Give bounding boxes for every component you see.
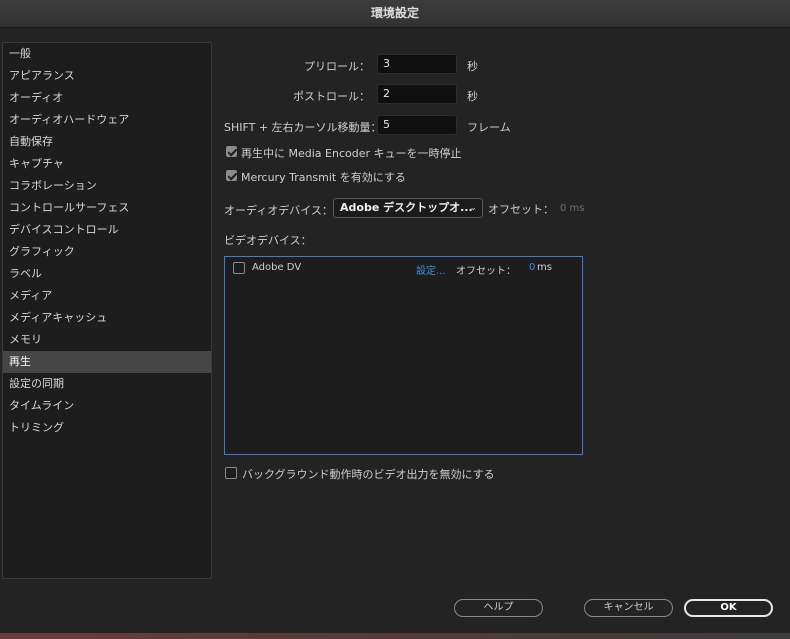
preroll-label: プリロール： [304, 60, 370, 73]
adobe-dv-offset-label: オフセット： [456, 266, 516, 277]
sidebar-item-appearance[interactable]: アピアランス [3, 65, 211, 87]
help-button[interactable]: ヘルプ [454, 599, 543, 617]
sidebar-item-sync-settings[interactable]: 設定の同期 [3, 373, 211, 395]
mercury-transmit-checkbox[interactable] [226, 170, 237, 181]
disable-background-video-checkbox[interactable] [225, 467, 237, 479]
audio-device-select[interactable]: Adobe デスクトップオ... ⌄ [333, 198, 483, 218]
postroll-label: ポストロール： [293, 90, 370, 103]
ok-button[interactable]: OK [684, 599, 773, 617]
sidebar-item-trimming[interactable]: トリミング [3, 417, 211, 439]
sidebar-item-timeline[interactable]: タイムライン [3, 395, 211, 417]
sidebar-item-capture[interactable]: キャプチャ [3, 153, 211, 175]
disable-background-video-label: バックグラウンド動作時のビデオ出力を無効にする [242, 468, 495, 481]
audio-device-value: Adobe デスクトップオ... [340, 201, 473, 214]
audio-offset-value: 0 ms [560, 203, 585, 214]
shift-move-input[interactable]: 5 [377, 115, 457, 135]
shift-move-label: SHIFT + 左右カーソル移動量： [224, 121, 382, 134]
preferences-sidebar: 一般 アピアランス オーディオ オーディオハードウェア 自動保存 キャプチャ コ… [2, 42, 212, 579]
postroll-input[interactable]: 2 [377, 84, 457, 104]
sidebar-item-playback[interactable]: 再生 [3, 351, 211, 373]
adobe-dv-checkbox[interactable] [233, 262, 245, 274]
background-window-strip [0, 633, 790, 639]
chevron-down-icon: ⌄ [469, 203, 477, 213]
sidebar-item-auto-save[interactable]: 自動保存 [3, 131, 211, 153]
adobe-dv-label: Adobe DV [252, 262, 302, 273]
sidebar-item-audio[interactable]: オーディオ [3, 87, 211, 109]
adobe-dv-offset-unit: ms [537, 262, 552, 273]
sidebar-item-collaboration[interactable]: コラボレーション [3, 175, 211, 197]
preroll-input[interactable]: 3 [377, 54, 457, 74]
sidebar-item-general[interactable]: 一般 [3, 43, 211, 65]
postroll-unit: 秒 [467, 90, 478, 103]
sidebar-item-labels[interactable]: ラベル [3, 263, 211, 285]
sidebar-item-graphics[interactable]: グラフィック [3, 241, 211, 263]
sidebar-item-device-control[interactable]: デバイスコントロール [3, 219, 211, 241]
sidebar-item-control-surface[interactable]: コントロールサーフェス [3, 197, 211, 219]
sidebar-item-memory[interactable]: メモリ [3, 329, 211, 351]
video-device-list: Adobe DV 設定... オフセット： 0 ms [224, 256, 583, 455]
pause-media-encoder-label: 再生中に Media Encoder キューを一時停止 [241, 147, 462, 160]
video-device-label: ビデオデバイス： [224, 234, 312, 247]
shift-move-unit: フレーム [467, 121, 511, 134]
cancel-button[interactable]: キャンセル [584, 599, 673, 617]
mercury-transmit-label: Mercury Transmit を有効にする [241, 171, 406, 184]
audio-offset-label: オフセット： [488, 203, 554, 216]
sidebar-item-audio-hardware[interactable]: オーディオハードウェア [3, 109, 211, 131]
preroll-unit: 秒 [467, 60, 478, 73]
sidebar-item-media-cache[interactable]: メディアキャッシュ [3, 307, 211, 329]
window-title: 環境設定 [0, 0, 790, 28]
adobe-dv-offset-value[interactable]: 0 [529, 262, 535, 273]
adobe-dv-settings-link[interactable]: 設定... [416, 262, 446, 277]
audio-device-label: オーディオデバイス： [224, 204, 333, 217]
pause-media-encoder-checkbox[interactable] [226, 146, 237, 157]
sidebar-item-media[interactable]: メディア [3, 285, 211, 307]
